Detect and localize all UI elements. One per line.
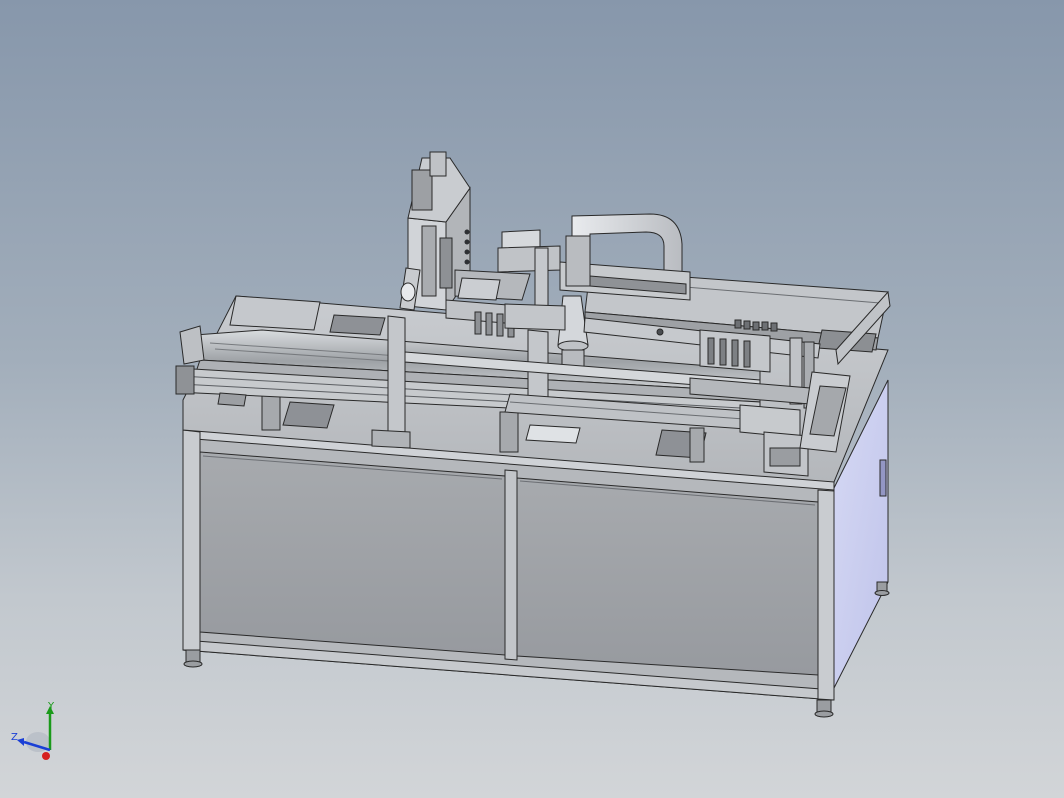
machine-model[interactable] bbox=[0, 0, 1064, 798]
orientation-triad: Y Z bbox=[8, 700, 64, 770]
triad-z-label: Z bbox=[11, 732, 18, 743]
cad-graphics-viewport[interactable]: Y Z bbox=[0, 0, 1064, 798]
cabinet-door-right[interactable] bbox=[516, 477, 819, 676]
tabletop-cutout-1 bbox=[329, 314, 386, 336]
tabletop-cutout-4 bbox=[525, 424, 581, 444]
tabletop-cutout-2 bbox=[282, 401, 335, 429]
cabinet-door-left[interactable] bbox=[199, 451, 506, 656]
triad-y-label: Y bbox=[48, 701, 55, 712]
